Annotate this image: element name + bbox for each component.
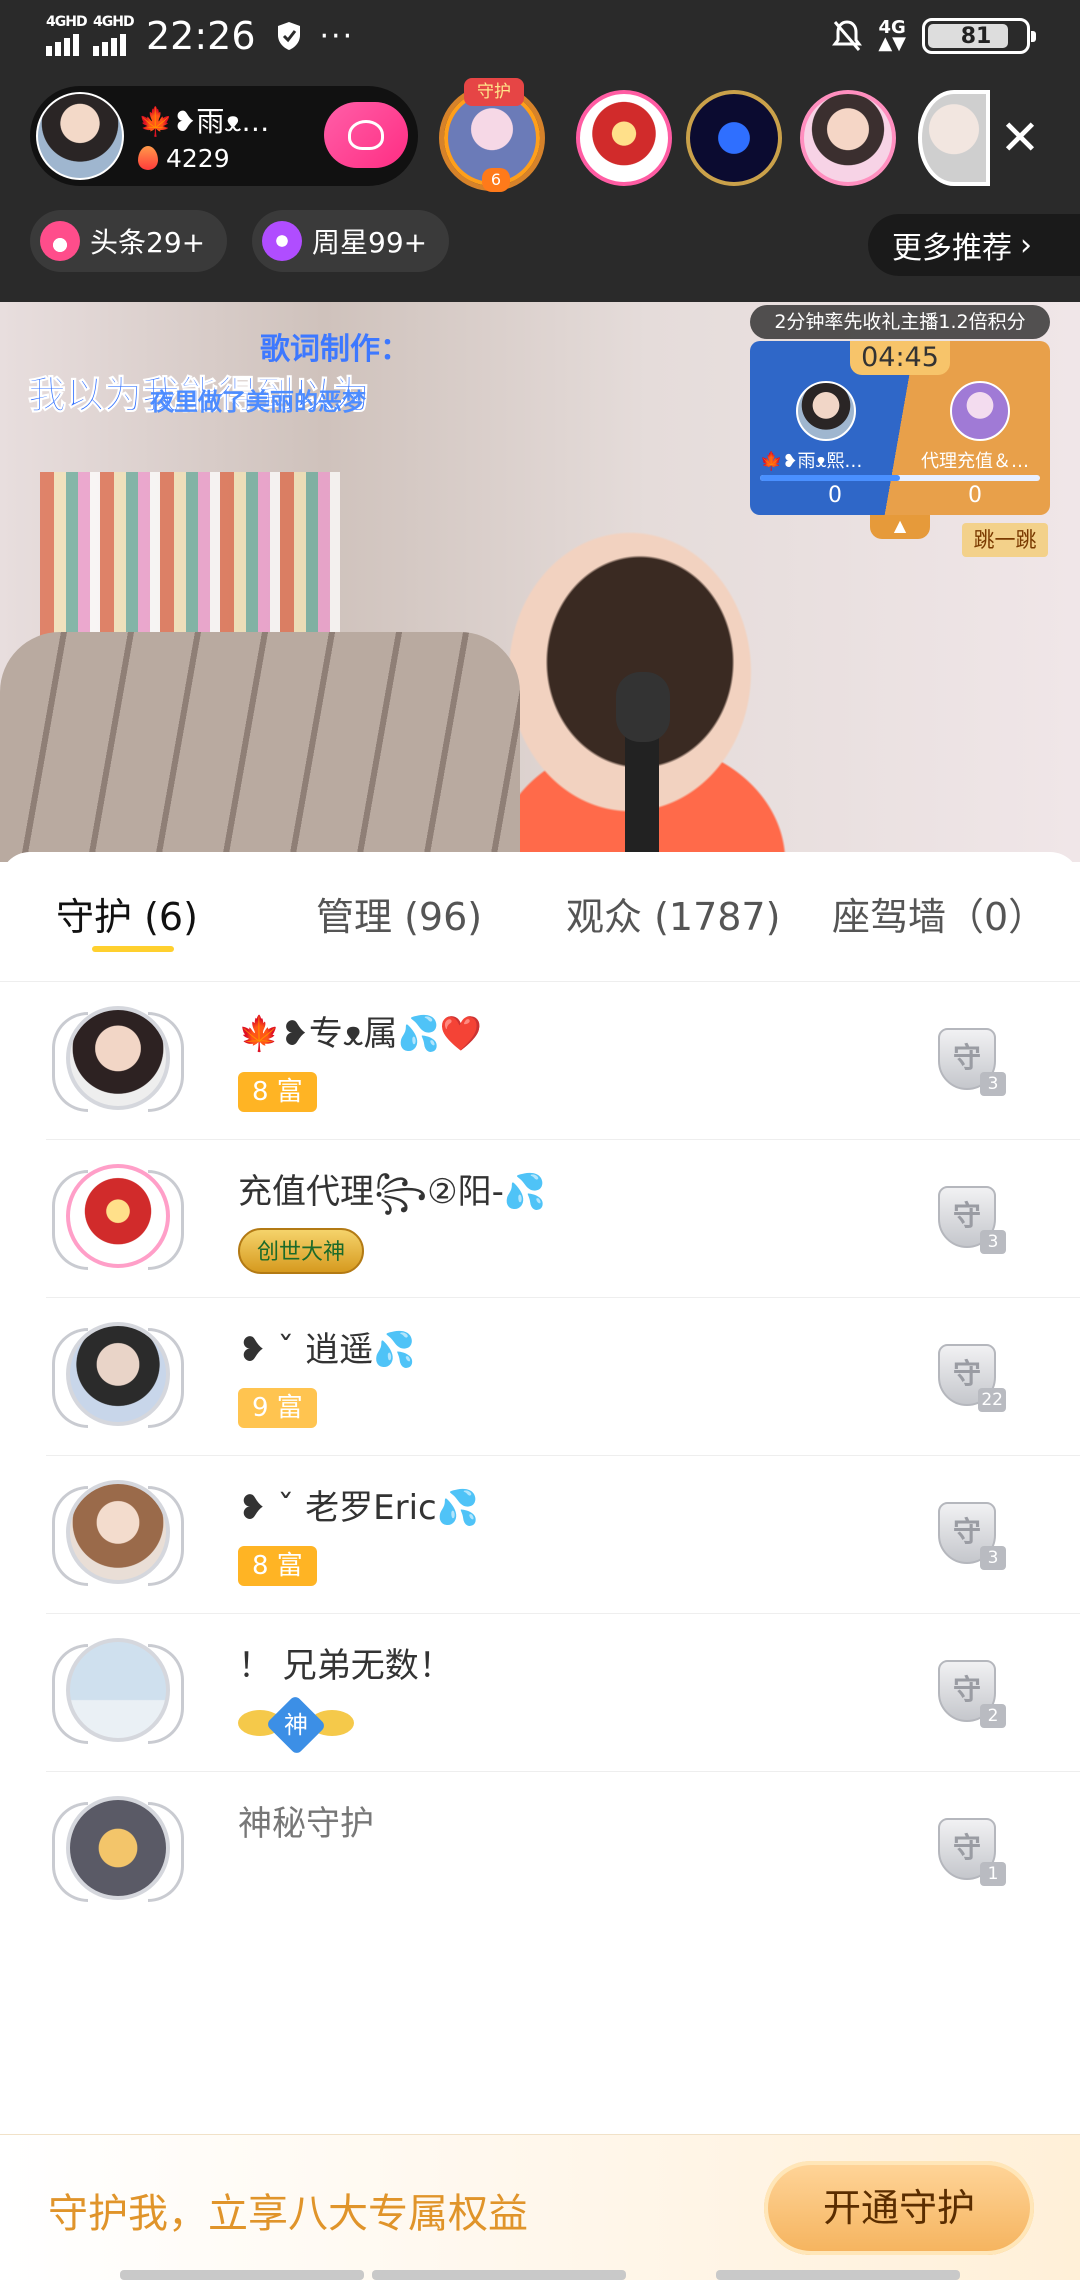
flame-badge-icon (40, 221, 80, 261)
tab-vehicle-wall[interactable]: 座驾墙（0） (832, 886, 1046, 941)
guard-level-icon: 守3 (938, 1502, 1006, 1570)
network-indicator: 4G ▲▼ (878, 17, 906, 54)
guard-level-icon: 守2 (938, 1660, 1006, 1728)
guard-row[interactable]: 🍁❥专ᴥ属💦❤️ 8 富 守3 (46, 982, 1080, 1140)
guard-level-icon: 守 22 (938, 1344, 1006, 1412)
guard-name: 🍁❥专ᴥ属💦❤️ (238, 1014, 483, 1054)
guard-avatar[interactable] (52, 1322, 184, 1438)
pk-left-name: 🍁❥雨ᴥ熙… (760, 451, 863, 472)
rich-level-badge: 8 富 (238, 1546, 317, 1586)
lyrics-credit: 歌词制作： (260, 332, 410, 367)
open-guard-button[interactable]: 开通守护 (764, 2161, 1034, 2255)
top-viewer-avatar[interactable] (918, 90, 990, 186)
signal-icon-2: 4GHD (93, 14, 135, 56)
lyrics-subline: 夜里做了美丽的恶梦 (150, 388, 366, 416)
guard-level-icon: 守3 (938, 1028, 1006, 1096)
pk-progress-bar (760, 475, 1040, 481)
tab-indicator (92, 946, 174, 952)
rich-level-badge: 8 富 (238, 1072, 317, 1112)
host-fans-count: 4229 (166, 143, 230, 173)
status-time: 22:26 (146, 14, 256, 58)
close-icon[interactable]: ✕ (990, 108, 1050, 168)
host-name: 🍁❥雨ᴥ… (138, 104, 270, 138)
guard-avatar[interactable] (52, 1164, 184, 1280)
pk-timer: 04:45 (850, 341, 950, 375)
flame-icon (138, 146, 158, 170)
guard-name: ❥ ˇ 逍遥💦 (238, 1330, 416, 1370)
creator-god-badge: 创世大神 (238, 1228, 364, 1274)
guard-promo-bar: 守护我，立享八大专属权益 开通守护 (0, 2134, 1080, 2280)
sheet-tabs: 守护 (6) 管理 (96) 观众 (1787) 座驾墙（0） (0, 852, 1080, 982)
guard-name: ！ 兄弟无数！ (238, 1646, 453, 1686)
pk-right-name: 代理充值＆… (921, 451, 1029, 472)
guard-tag: 守护 (464, 78, 524, 106)
nav-bar-hint (120, 2270, 364, 2280)
more-status-icon: ··· (319, 18, 355, 54)
rich-level-badge: 9 富 (238, 1388, 317, 1428)
pk-battle-widget[interactable]: 2分钟率先收礼主播1.2倍积分 04:45 🍁❥雨ᴥ熙… 代理充值＆… 0 0 … (750, 305, 1050, 557)
collapse-arrow-icon[interactable]: ▲ (870, 515, 930, 539)
nav-bar-hint (716, 2270, 960, 2280)
bell-muted-icon (832, 20, 863, 51)
guard-row[interactable]: ❥ ˇ 逍遥💦 9 富 守 22 (46, 1298, 1080, 1456)
jump-button[interactable]: 跳一跳 (962, 523, 1048, 557)
host-info-pill[interactable]: 🍁❥雨ᴥ… 4229 (30, 86, 418, 186)
god-level-badge: 神 (238, 1694, 354, 1756)
more-recommend-button[interactable]: 更多推荐 › (868, 214, 1080, 276)
pk-left-score: 0 (828, 483, 842, 508)
guard-name: ❥ ˇ 老罗Eric💦 (238, 1488, 480, 1528)
guard-name: 神秘守护 (238, 1804, 374, 1844)
guard-row[interactable]: 神秘守护 守1 (46, 1772, 1080, 1930)
guard-avatar[interactable] (52, 1006, 184, 1122)
star-badge-icon (262, 221, 302, 261)
status-bar: 4GHD 4GHD 22:26 ··· 4G ▲▼ 81 (0, 0, 1080, 72)
pk-right-score: 0 (968, 483, 982, 508)
pk-left-avatar[interactable] (796, 381, 856, 441)
guard-row[interactable]: ❥ ˇ 老罗Eric💦 8 富 守3 (46, 1456, 1080, 1614)
guard-level-icon: 守1 (938, 1818, 1006, 1886)
pk-rule-banner: 2分钟率先收礼主播1.2倍积分 (750, 305, 1050, 339)
guard-list-sheet: 守护 (6) 管理 (96) 观众 (1787) 座驾墙（0） 🍁❥专ᴥ属💦❤️… (0, 852, 1080, 2280)
top-viewer-avatar[interactable] (576, 90, 672, 186)
guard-avatar[interactable] (52, 1480, 184, 1596)
follow-button[interactable] (324, 102, 408, 168)
chevron-right-icon: › (1020, 227, 1032, 263)
guard-avatar[interactable] (52, 1638, 184, 1754)
top-viewer-avatar[interactable] (800, 90, 896, 186)
battery-indicator: 81 (922, 18, 1036, 54)
guard-level-icon: 守3 (938, 1186, 1006, 1254)
guard-row[interactable]: 充值代理꧂②阳-💦 创世大神 守3 (46, 1140, 1080, 1298)
mystery-guard-avatar[interactable] (52, 1796, 184, 1912)
tab-audience[interactable]: 观众 (1787) (566, 886, 780, 941)
weekly-star-chip[interactable]: 周星99+ (252, 210, 450, 272)
guard-row[interactable]: ！ 兄弟无数！ 神 守2 (46, 1614, 1080, 1772)
guard-promo-text: 守护我，立享八大专属权益 (48, 2191, 528, 2237)
top-viewer-avatar[interactable]: 守护 6 (444, 78, 540, 192)
top-viewer-avatar[interactable] (686, 90, 782, 186)
pk-right-avatar[interactable] (950, 381, 1010, 441)
tab-guard[interactable]: 守护 (6) (56, 886, 198, 941)
nav-bar-hint (372, 2270, 626, 2280)
host-avatar[interactable] (36, 92, 124, 180)
heart-icon (348, 120, 384, 150)
guard-name: 充值代理꧂②阳-💦 (238, 1172, 547, 1212)
tab-admin[interactable]: 管理 (96) (316, 886, 482, 941)
live-header: 4GHD 4GHD 22:26 ··· 4G▲▼ 81 🍁❥雨ᴥ… 4229 (0, 0, 1080, 302)
guard-count: 6 (482, 168, 510, 192)
headline-chip[interactable]: 头条29+ (30, 210, 228, 272)
signal-icon-1: 4GHD (46, 14, 88, 56)
shield-icon (277, 22, 300, 50)
